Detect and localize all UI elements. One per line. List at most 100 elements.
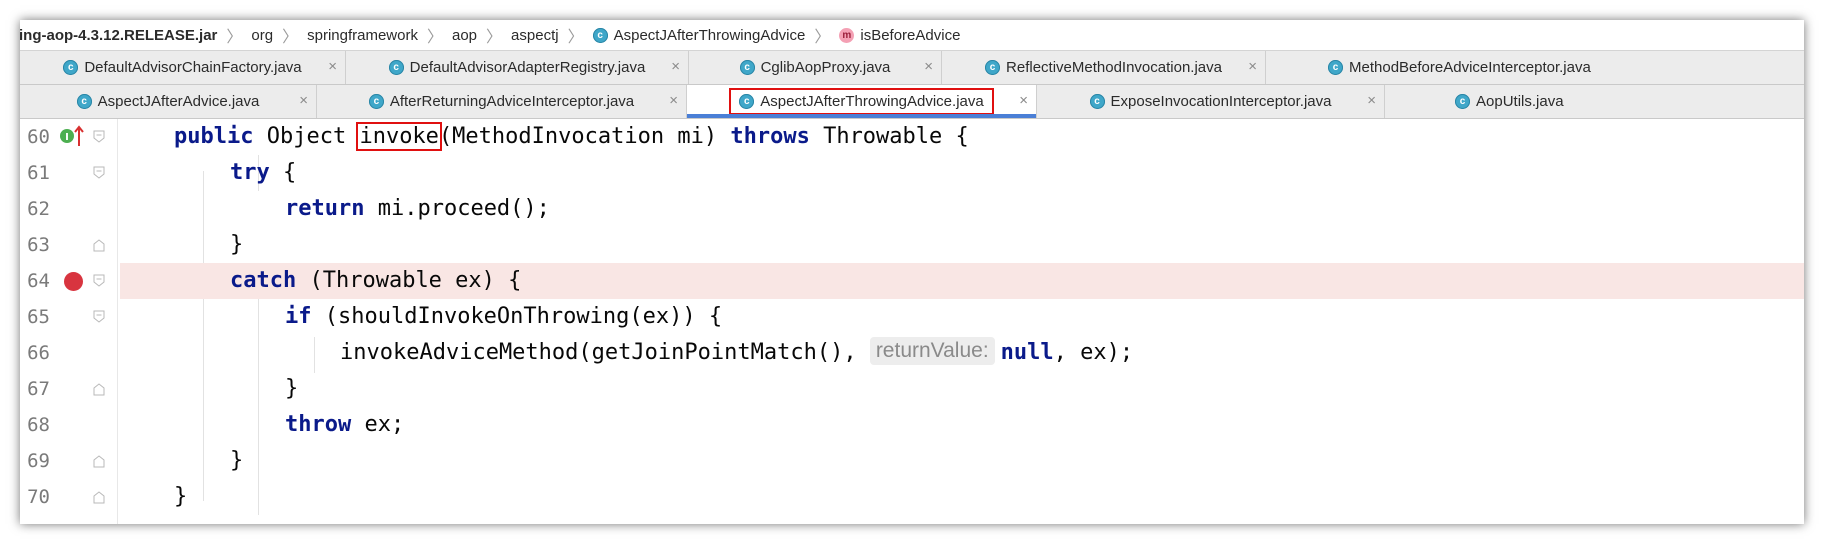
chevron-right-icon: 〉 <box>226 29 243 46</box>
tab-cglib-aop-proxy[interactable]: c CglibAopProxy.java × <box>689 51 942 84</box>
fold-icon[interactable] <box>92 274 106 288</box>
code-text: } <box>174 484 188 509</box>
close-icon[interactable]: × <box>924 59 933 74</box>
code-area: try { <box>120 155 1804 191</box>
breadcrumb-method[interactable]: m isBeforeAdvice <box>835 27 964 44</box>
keyword: public <box>174 124 254 149</box>
keyword: return <box>285 196 365 221</box>
code-line: 61 try { <box>20 155 1804 191</box>
code-editor[interactable]: 60 I public Object invoke(MethodInvocati… <box>20 119 1804 524</box>
tab-label: DefaultAdvisorAdapterRegistry.java <box>409 59 646 76</box>
tab-aop-utils[interactable]: c AopUtils.java <box>1385 85 1804 118</box>
code-area: public Object invoke(MethodInvocation mi… <box>120 119 1804 155</box>
line-number: 60 <box>27 126 50 148</box>
invoke-highlight-box[interactable]: invoke <box>356 122 442 151</box>
implements-marker[interactable]: I <box>60 119 90 155</box>
class-icon: c <box>592 27 608 43</box>
fold-icon[interactable] <box>92 166 106 180</box>
close-icon[interactable]: × <box>669 93 678 108</box>
code-area: throw ex; <box>120 407 1804 443</box>
ide-window: pring-aop-4.3.12.RELEASE.jar 〉 org 〉 spr… <box>20 20 1804 524</box>
class-icon: c <box>1455 94 1470 109</box>
code-area: catch (Throwable ex) { <box>120 263 1804 299</box>
close-icon[interactable]: × <box>671 59 680 74</box>
line-number: 66 <box>27 342 50 364</box>
parameter-hint: returnValue: <box>869 337 995 365</box>
tab-label: ExposeInvocationInterceptor.java <box>1110 93 1332 110</box>
tab-after-returning-advice-interceptor[interactable]: c AfterReturningAdviceInterceptor.java × <box>317 85 687 118</box>
keyword: if <box>285 304 312 329</box>
tab-highlight-box: c AspectJAfterThrowingAdvice.java <box>729 88 994 115</box>
fold-end-icon[interactable] <box>92 454 106 468</box>
tab-default-advisor-adapter-registry[interactable]: c DefaultAdvisorAdapterRegistry.java × <box>346 51 689 84</box>
code-area: invokeAdviceMethod(getJoinPointMatch(), … <box>120 335 1804 371</box>
tab-reflective-method-invocation[interactable]: c ReflectiveMethodInvocation.java × <box>942 51 1266 84</box>
code-token: , ex); <box>1053 340 1134 365</box>
class-icon: c <box>1328 60 1343 75</box>
breadcrumb-jar[interactable]: pring-aop-4.3.12.RELEASE.jar <box>20 27 221 44</box>
class-icon: c <box>63 60 79 75</box>
fold-end-icon[interactable] <box>92 238 106 252</box>
code-token: (shouldInvokeOnThrowing(ex)) { <box>311 304 723 329</box>
breadcrumb-item-aspectj[interactable]: aspectj <box>507 27 563 44</box>
breadcrumb-item-org[interactable]: org <box>247 27 277 44</box>
close-icon[interactable]: × <box>1367 93 1376 108</box>
tab-aspectj-after-advice[interactable]: c AspectJAfterAdvice.java × <box>20 85 317 118</box>
class-icon: c <box>388 60 404 75</box>
tab-aspectj-after-throwing-advice[interactable]: c AspectJAfterThrowingAdvice.java × <box>687 85 1037 118</box>
line-number: 69 <box>27 450 50 472</box>
implements-icon: I <box>60 125 84 146</box>
line-number: 67 <box>27 378 50 400</box>
tab-method-before-advice-interceptor[interactable]: c MethodBeforeAdviceInterceptor.java <box>1266 51 1804 84</box>
editor-tab-row-2: c AspectJAfterAdvice.java × c AfterRetur… <box>20 85 1804 119</box>
close-icon[interactable]: × <box>299 93 308 108</box>
code-area: } <box>120 479 1804 515</box>
code-token: (Throwable ex) { <box>296 268 522 293</box>
class-icon: c <box>368 94 384 109</box>
keyword: try <box>230 160 270 185</box>
code-text: try { <box>230 155 296 191</box>
code-token: ex; <box>351 412 405 437</box>
code-token: mi.proceed(); <box>364 196 550 221</box>
class-icon: c <box>1089 94 1105 109</box>
breadcrumb-item-springframework[interactable]: springframework <box>303 27 422 44</box>
code-line: 67 } <box>20 371 1804 407</box>
close-icon[interactable]: × <box>328 59 337 74</box>
tab-label: DefaultAdvisorChainFactory.java <box>84 59 302 76</box>
close-icon[interactable]: × <box>1248 59 1257 74</box>
code-text: public Object invoke(MethodInvocation mi… <box>174 119 969 155</box>
code-area: } <box>120 443 1804 479</box>
tab-default-advisor-chain-factory[interactable]: c DefaultAdvisorChainFactory.java × <box>20 51 346 84</box>
chevron-right-icon: 〉 <box>486 29 503 46</box>
fold-end-icon[interactable] <box>92 382 106 396</box>
code-area: if (shouldInvokeOnThrowing(ex)) { <box>120 299 1804 335</box>
code-text: throw ex; <box>285 407 404 443</box>
chevron-right-icon: 〉 <box>282 29 299 46</box>
code-text: invokeAdviceMethod(getJoinPointMatch(), … <box>340 335 1133 371</box>
code-line: 63 } <box>20 227 1804 263</box>
line-number: 68 <box>27 414 50 436</box>
fold-icon[interactable] <box>92 130 106 144</box>
breadcrumb-item-aop[interactable]: aop <box>448 27 481 44</box>
chevron-right-icon: 〉 <box>567 29 584 46</box>
code-token: invokeAdviceMethod(getJoinPointMatch(), <box>340 340 870 365</box>
tab-expose-invocation-interceptor[interactable]: c ExposeInvocationInterceptor.java × <box>1037 85 1385 118</box>
keyword: throw <box>285 412 352 437</box>
code-area: return mi.proceed(); <box>120 191 1804 227</box>
keyword: null <box>1000 340 1054 365</box>
tab-label: CglibAopProxy.java <box>760 59 891 76</box>
class-icon: c <box>739 60 755 75</box>
breadcrumb-class[interactable]: c AspectJAfterThrowingAdvice <box>589 27 810 44</box>
tab-label: AfterReturningAdviceInterceptor.java <box>389 93 635 110</box>
fold-icon[interactable] <box>92 310 106 324</box>
keyword: catch <box>230 268 297 293</box>
fold-end-icon[interactable] <box>92 490 106 504</box>
breakpoint-icon[interactable] <box>64 272 83 291</box>
close-icon[interactable]: × <box>1019 93 1028 108</box>
tab-label: AspectJAfterThrowingAdvice.java <box>760 93 984 110</box>
editor-tab-row-1: c DefaultAdvisorChainFactory.java × c De… <box>20 51 1804 85</box>
tab-label: ReflectiveMethodInvocation.java <box>1006 59 1222 76</box>
code-line: 66 invokeAdviceMethod(getJoinPointMatch(… <box>20 335 1804 371</box>
svg-text:I: I <box>65 132 69 143</box>
line-number: 61 <box>27 162 50 184</box>
